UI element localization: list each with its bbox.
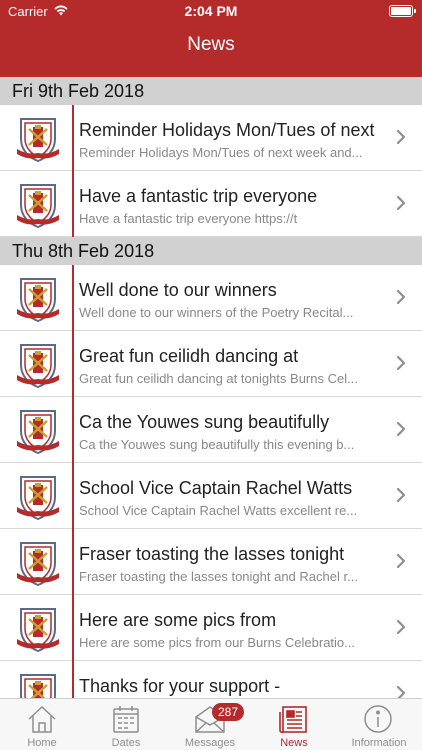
news-item-preview: Reminder Holidays Mon/Tues of next week … bbox=[79, 145, 363, 160]
news-item[interactable]: Fraser toasting the lasses tonight Fraser… bbox=[0, 529, 422, 595]
school-crest-icon bbox=[17, 278, 59, 323]
chevron-right-icon bbox=[396, 129, 406, 145]
tab-home-label: Home bbox=[27, 737, 57, 749]
news-item-title: Great fun ceilidh dancing at bbox=[79, 346, 299, 366]
tab-bar: Home Dates 287 Messages News Information bbox=[0, 698, 422, 750]
news-item[interactable]: Have a fantastic trip everyone Have a fan… bbox=[0, 171, 422, 237]
calendar-icon bbox=[113, 706, 139, 733]
news-item-preview: Have a fantastic trip everyone https://t bbox=[79, 211, 298, 226]
news-item[interactable]: Great fun ceilidh dancing at Great fun ce… bbox=[0, 331, 422, 397]
news-item-title: Reminder Holidays Mon/Tues of next bbox=[79, 120, 375, 140]
school-crest-icon bbox=[17, 608, 59, 653]
school-crest-icon bbox=[17, 410, 59, 455]
battery-icon bbox=[389, 5, 416, 17]
news-item-thumbnail bbox=[0, 529, 74, 595]
tab-dates[interactable]: Dates bbox=[84, 699, 168, 750]
news-item-title: Have a fantastic trip everyone bbox=[79, 186, 318, 206]
school-crest-icon bbox=[17, 344, 59, 389]
school-crest-icon bbox=[20, 674, 56, 698]
chevron-right-icon bbox=[396, 421, 406, 437]
news-item-preview: Well done to our winners of the Poetry R… bbox=[79, 305, 354, 320]
chevron-right-icon bbox=[396, 619, 406, 635]
navigation-header: Carrier 2:04 PM News bbox=[0, 0, 422, 77]
news-item-title: Here are some pics from bbox=[79, 610, 277, 630]
chevron-right-icon bbox=[396, 685, 406, 698]
news-item-preview: Ca the Youwes sung beautifully this even… bbox=[79, 437, 355, 452]
news-item-preview: Fraser toasting the lasses tonight and R… bbox=[79, 569, 358, 584]
news-item[interactable]: Ca the Youwes sung beautifully Ca the You… bbox=[0, 397, 422, 463]
news-item-thumbnail bbox=[0, 331, 74, 397]
news-item-title: Well done to our winners bbox=[79, 280, 277, 300]
section-header-date: Fri 9th Feb 2018 bbox=[0, 77, 422, 105]
clock: 2:04 PM bbox=[184, 3, 238, 19]
news-item-thumbnail bbox=[0, 661, 74, 698]
tab-messages-label: Messages bbox=[184, 737, 236, 749]
chevron-right-icon bbox=[396, 289, 406, 305]
news-item-thumbnail bbox=[0, 397, 74, 463]
tab-home[interactable]: Home bbox=[0, 699, 84, 750]
news-item-preview: Here are some pics from our Burns Celebr… bbox=[79, 635, 355, 650]
news-item-thumbnail bbox=[0, 463, 74, 529]
news-item-preview: School Vice Captain Rachel Watts excelle… bbox=[79, 503, 358, 518]
newspaper-icon bbox=[279, 706, 307, 734]
news-item-title: Ca the Youwes sung beautifully bbox=[79, 412, 330, 432]
tab-information[interactable]: Information bbox=[336, 699, 422, 750]
status-bar: Carrier 2:04 PM bbox=[0, 0, 422, 22]
news-item-title: Fraser toasting the lasses tonight bbox=[79, 544, 345, 564]
chevron-right-icon bbox=[396, 355, 406, 371]
news-item[interactable]: Reminder Holidays Mon/Tues of next Remind… bbox=[0, 105, 422, 171]
chevron-right-icon bbox=[396, 553, 406, 569]
chevron-right-icon bbox=[396, 487, 406, 503]
news-item-title: Thanks for your support - bbox=[79, 676, 281, 696]
news-item[interactable]: School Vice Captain Rachel Watts School V… bbox=[0, 463, 422, 529]
school-crest-icon bbox=[17, 184, 59, 229]
news-item[interactable]: Well done to our winners Well done to our… bbox=[0, 265, 422, 331]
news-item-thumbnail bbox=[0, 265, 74, 331]
tab-information-label: Information bbox=[351, 737, 407, 749]
home-icon bbox=[28, 705, 56, 733]
news-item-thumbnail bbox=[0, 595, 74, 661]
news-item-thumbnail bbox=[0, 105, 74, 171]
school-crest-icon bbox=[17, 542, 59, 587]
chevron-right-icon bbox=[396, 195, 406, 211]
news-list[interactable]: Fri 9th Feb 2018 Reminder Holidays Mon/Tu… bbox=[0, 77, 422, 698]
tab-news-label: News bbox=[280, 737, 308, 749]
tab-messages[interactable]: 287 Messages bbox=[168, 699, 252, 750]
school-crest-icon bbox=[17, 118, 59, 163]
page-title: News bbox=[187, 34, 235, 55]
info-icon bbox=[364, 705, 392, 733]
news-item-title: School Vice Captain Rachel Watts bbox=[79, 478, 353, 498]
tab-dates-label: Dates bbox=[111, 737, 141, 749]
section-header-date: Thu 8th Feb 2018 bbox=[0, 237, 422, 265]
messages-badge: 287 bbox=[212, 703, 244, 721]
news-item[interactable]: Thanks for your support - bbox=[0, 661, 422, 698]
news-item-thumbnail bbox=[0, 171, 74, 237]
news-item[interactable]: Here are some pics from Here are some pic… bbox=[0, 595, 422, 661]
school-crest-icon bbox=[17, 476, 59, 521]
tab-news[interactable]: News bbox=[252, 699, 336, 750]
news-item-preview: Great fun ceilidh dancing at tonights Bu… bbox=[79, 371, 358, 386]
